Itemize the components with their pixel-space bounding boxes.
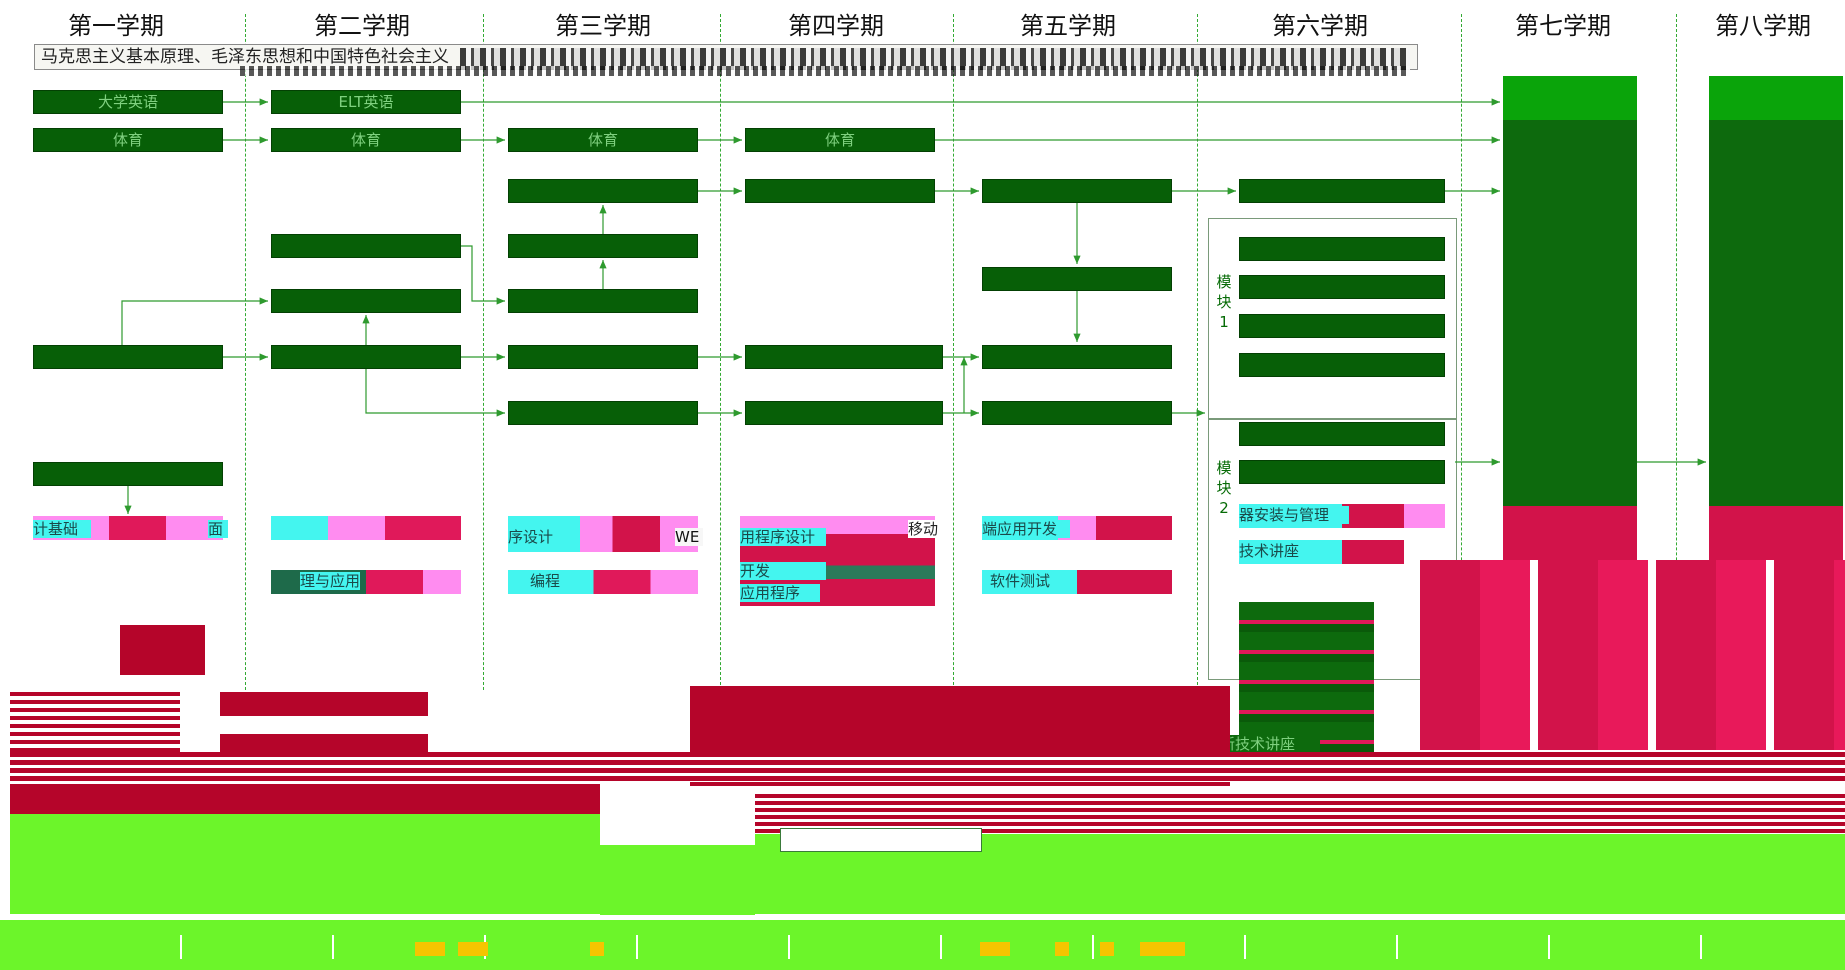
course-fragment: 编程	[530, 572, 580, 590]
render-artifact	[980, 942, 1010, 956]
render-artifact	[780, 828, 982, 852]
render-artifact	[1100, 942, 1114, 956]
render-artifact	[10, 814, 600, 914]
course-fragment: 计基础	[33, 520, 91, 538]
arrow	[461, 245, 505, 305]
course-fragment: 应用程序	[740, 584, 820, 602]
render-artifact	[600, 845, 755, 915]
render-artifact	[120, 625, 205, 675]
render-artifact	[590, 942, 604, 956]
course-fragment: 理与应用	[300, 572, 360, 590]
curriculum-diagram: 第一学期 第二学期 第三学期 第四学期 第五学期 第六学期 第七学期 第八学期 …	[0, 0, 1845, 970]
render-artifact	[220, 734, 428, 754]
course-fragment: 用程序设计	[740, 528, 826, 546]
course-fragment: 技术讲座	[1239, 542, 1325, 560]
render-artifact	[220, 692, 428, 716]
render-artifact	[10, 752, 1845, 782]
render-artifact	[415, 942, 445, 956]
course-fragment: 软件测试	[990, 572, 1054, 590]
course-fragment: 新技术讲座	[1220, 735, 1320, 753]
arrow	[365, 369, 505, 417]
render-artifact	[271, 516, 461, 540]
course-fragment: 序设计	[508, 528, 558, 546]
course-fragment: 移动	[908, 520, 940, 538]
course-fragment: 端应用开发	[982, 520, 1070, 538]
render-artifact	[1420, 560, 1845, 750]
course-fragment: 器安装与管理	[1239, 506, 1349, 524]
course-label-web: WE	[675, 528, 703, 546]
render-artifact	[10, 784, 600, 814]
arrow	[121, 297, 268, 345]
render-artifact	[458, 942, 488, 956]
render-artifact	[1140, 942, 1185, 956]
render-artifact	[30, 935, 1830, 959]
course-fragment: 面	[208, 520, 228, 538]
render-artifact	[1055, 942, 1069, 956]
course-fragment: 开发	[740, 562, 826, 580]
render-artifact	[10, 692, 180, 752]
